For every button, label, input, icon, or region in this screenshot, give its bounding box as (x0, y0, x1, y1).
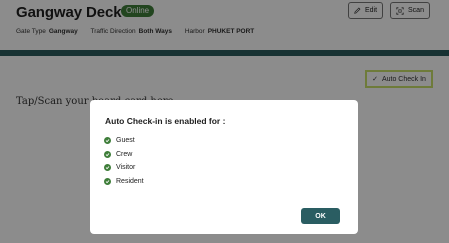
dialog-title: Auto Check-in is enabled for : (105, 116, 226, 126)
list-item-resident: Resident (104, 178, 144, 185)
list-item-guest: Guest (104, 137, 135, 144)
list-item-label: Visitor (116, 164, 136, 171)
list-item-visitor: Visitor (104, 164, 135, 171)
list-item-label: Resident (116, 178, 144, 185)
list-item-label: Guest (116, 137, 135, 144)
ok-button[interactable]: OK (301, 208, 340, 224)
check-circle-icon (104, 137, 111, 144)
list-item-crew: Crew (104, 151, 132, 158)
check-circle-icon (104, 178, 111, 185)
list-item-label: Crew (116, 151, 133, 158)
check-circle-icon (104, 151, 111, 158)
auto-check-in-dialog: Auto Check-in is enabled for : Guest Cre… (90, 100, 358, 234)
check-circle-icon (104, 164, 111, 171)
